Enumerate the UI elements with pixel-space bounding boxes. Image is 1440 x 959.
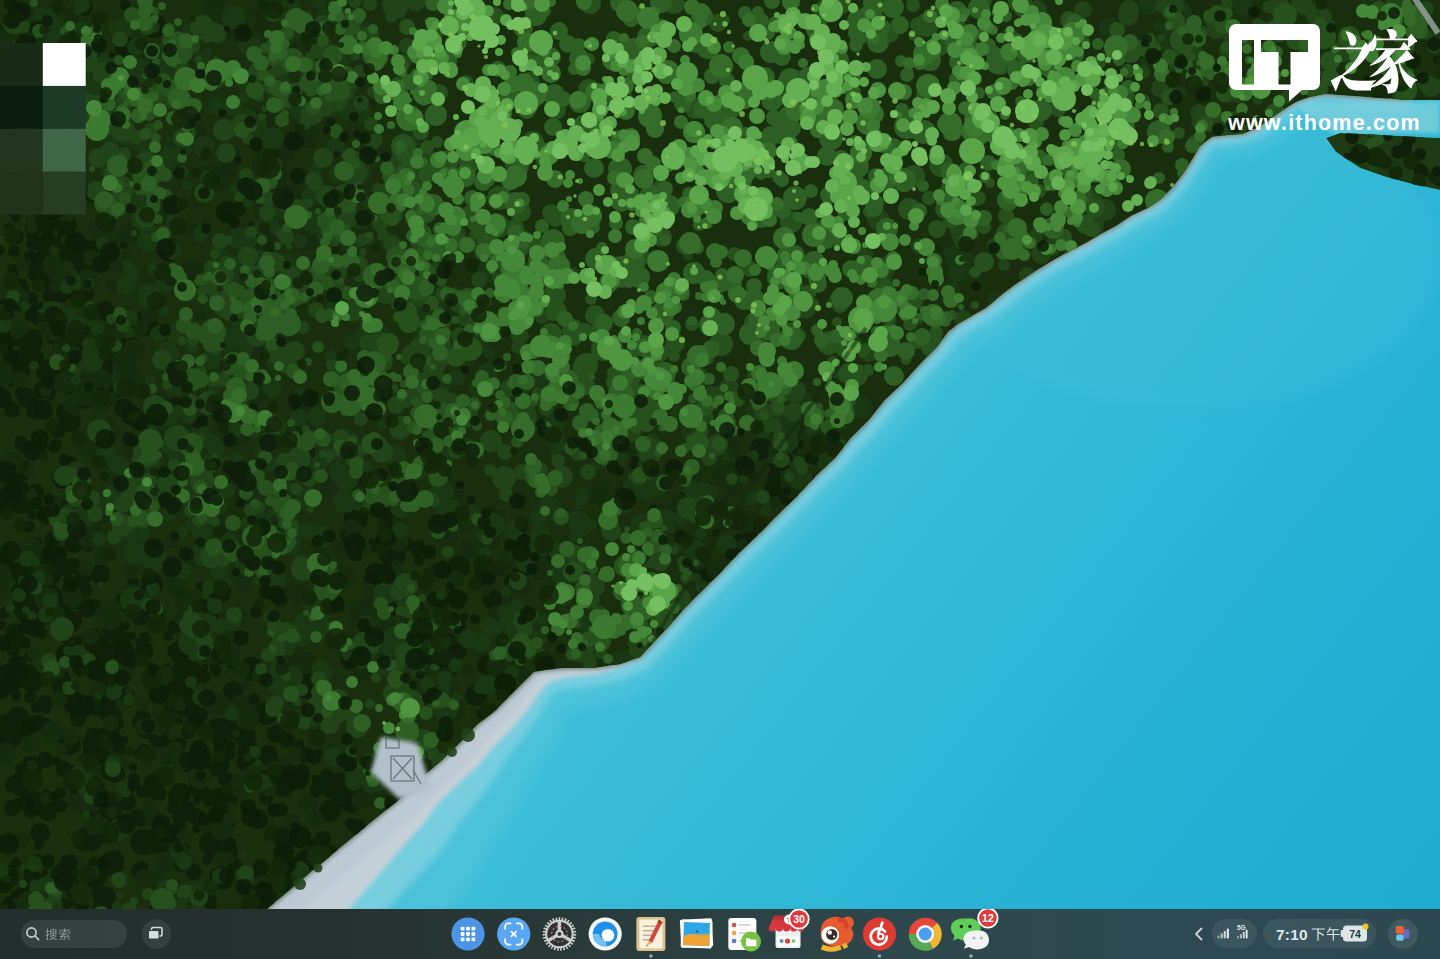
- svg-text:7:10: 7:10: [1276, 926, 1308, 943]
- svg-text:74: 74: [1349, 928, 1361, 940]
- svg-text:30: 30: [793, 913, 805, 925]
- svg-text:www.ithome.com: www.ithome.com: [1227, 111, 1421, 135]
- svg-text:5G: 5G: [1237, 924, 1246, 931]
- svg-text:12: 12: [982, 912, 994, 924]
